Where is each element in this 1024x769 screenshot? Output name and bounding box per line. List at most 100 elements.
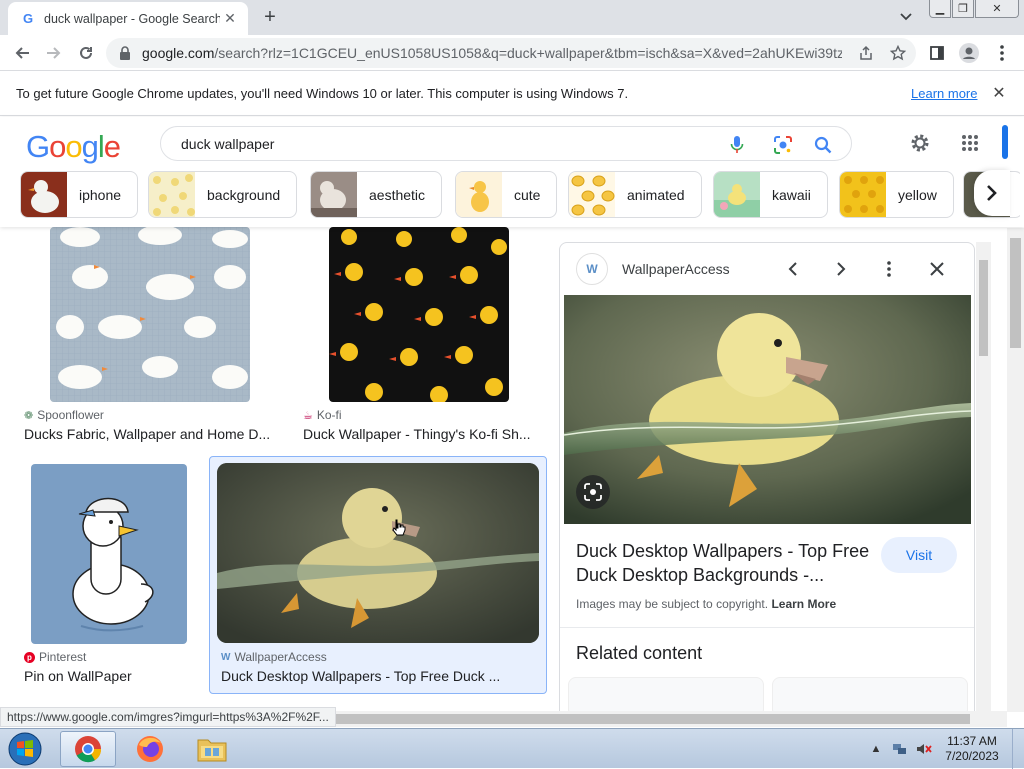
- visit-button[interactable]: Visit: [881, 537, 957, 573]
- search-input[interactable]: duck wallpaper: [181, 136, 274, 152]
- chip-kawaii[interactable]: kawaii: [713, 171, 828, 218]
- next-chevron-icon[interactable]: [828, 256, 854, 282]
- system-clock[interactable]: 11:37 AM 7/20/2023: [940, 734, 1004, 764]
- result-source: W WallpaperAccess: [221, 650, 327, 664]
- url-text: google.com/search?rlz=1C1GCEU_enUS1058US…: [142, 45, 842, 61]
- copyright-learn-more-link[interactable]: Learn More: [771, 597, 836, 611]
- tab-google-search[interactable]: G duck wallpaper - Google Search ✕: [8, 2, 248, 35]
- chip-thumbnail: [840, 172, 886, 217]
- chip-yellow[interactable]: yellow: [839, 171, 954, 218]
- source-logo[interactable]: W: [576, 253, 608, 285]
- wallpaperaccess-icon: W: [221, 651, 231, 663]
- google-lens-icon[interactable]: [773, 135, 793, 155]
- search-box[interactable]: duck wallpaper: [160, 126, 852, 161]
- preview-scroll-thumb[interactable]: [979, 260, 988, 356]
- clock-time: 11:37 AM: [947, 734, 997, 748]
- browser-toolbar: google.com/search?rlz=1C1GCEU_enUS1058US…: [0, 35, 1024, 71]
- close-window-button[interactable]: ✕: [975, 0, 1019, 18]
- google-logo[interactable]: Google: [26, 129, 121, 165]
- chip-scroll-right-arrow-icon[interactable]: [974, 170, 1010, 216]
- preview-scrollbar[interactable]: [976, 242, 991, 712]
- mouse-cursor-icon: [392, 519, 406, 536]
- chrome-icon: [75, 736, 102, 763]
- forward-arrow-icon[interactable]: [42, 41, 66, 65]
- image-preview-panel: W WallpaperAccess Duck Desktop Wallpaper…: [559, 242, 975, 712]
- update-infobar: To get future Google Chrome updates, you…: [0, 72, 1024, 116]
- result-thumbnail[interactable]: [329, 227, 509, 402]
- new-tab-button[interactable]: +: [258, 6, 282, 28]
- google-apps-grid-icon[interactable]: [958, 131, 982, 155]
- tab-search-chevron-icon[interactable]: [896, 7, 916, 27]
- share-icon[interactable]: [856, 43, 876, 63]
- result-title[interactable]: Ducks Fabric, Wallpaper and Home D...: [24, 426, 270, 442]
- reload-icon[interactable]: [74, 41, 98, 65]
- close-preview-icon[interactable]: [924, 256, 950, 282]
- volume-muted-icon[interactable]: [916, 741, 932, 757]
- bookmark-star-icon[interactable]: [888, 43, 908, 63]
- related-search-chips: iphone background aesthetic cute animate…: [20, 171, 1020, 219]
- chip-thumbnail: [714, 172, 760, 217]
- related-content-card[interactable]: [568, 677, 764, 711]
- divider: [560, 627, 974, 628]
- infobar-learn-more-link[interactable]: Learn more: [911, 86, 977, 101]
- close-infobar-icon[interactable]: ✕: [990, 84, 1008, 102]
- firefox-icon: [137, 736, 163, 762]
- image-results-grid: ❁ Spoonflower Ducks Fabric, Wallpaper an…: [0, 227, 552, 711]
- related-content-heading: Related content: [576, 643, 703, 663]
- settings-gear-icon[interactable]: [908, 131, 932, 155]
- more-options-kebab-icon[interactable]: [876, 256, 902, 282]
- profile-avatar-icon[interactable]: [957, 41, 981, 65]
- result-thumbnail[interactable]: [217, 463, 539, 643]
- result-thumbnail[interactable]: [31, 464, 187, 644]
- google-lens-search-icon[interactable]: [576, 475, 610, 509]
- chip-thumbnail: [569, 172, 615, 217]
- page-scroll-thumb[interactable]: [1010, 238, 1021, 348]
- result-title[interactable]: Duck Wallpaper - Thingy's Ko-fi Sh...: [303, 426, 531, 442]
- lock-icon[interactable]: [118, 46, 132, 60]
- taskbar-file-explorer[interactable]: [184, 731, 240, 767]
- show-hidden-icons-arrow[interactable]: ▲: [868, 741, 884, 757]
- chip-thumbnail: [311, 172, 357, 217]
- result-source: ☕ Ko-fi: [303, 408, 342, 422]
- preview-image[interactable]: [564, 295, 971, 524]
- microphone-icon[interactable]: [727, 135, 747, 155]
- status-bar-url: https://www.google.com/imgres?imgurl=htt…: [0, 707, 336, 727]
- spoonflower-icon: ❁: [24, 409, 34, 422]
- pinterest-icon: p: [24, 651, 35, 663]
- source-name[interactable]: WallpaperAccess: [622, 261, 730, 277]
- taskbar-chrome[interactable]: [60, 731, 116, 767]
- chip-aesthetic[interactable]: aesthetic: [310, 171, 443, 218]
- preview-title[interactable]: Duck Desktop Wallpapers - Top Free Duck …: [576, 539, 876, 587]
- chip-thumbnail: [21, 172, 67, 217]
- copyright-notice: Images may be subject to copyright. Lear…: [576, 597, 837, 611]
- chip-iphone[interactable]: iphone: [20, 171, 139, 218]
- address-bar[interactable]: google.com/search?rlz=1C1GCEU_enUS1058US…: [106, 38, 916, 68]
- chip-background[interactable]: background: [148, 171, 298, 218]
- folder-icon: [197, 739, 227, 762]
- side-panel-icon[interactable]: [925, 41, 949, 65]
- related-content-card[interactable]: [772, 677, 968, 711]
- result-title[interactable]: Duck Desktop Wallpapers - Top Free Duck …: [221, 668, 500, 684]
- ko-fi-cup-icon: ☕: [303, 409, 313, 422]
- chip-thumbnail: [149, 172, 195, 217]
- maximize-window-button[interactable]: ❐: [952, 0, 974, 18]
- result-thumbnail[interactable]: [50, 227, 250, 402]
- taskbar-firefox[interactable]: [122, 731, 178, 767]
- minimize-window-button[interactable]: ▁: [929, 0, 951, 18]
- back-arrow-icon[interactable]: [10, 41, 34, 65]
- google-favicon-icon: G: [22, 11, 34, 26]
- chip-animated[interactable]: animated: [568, 171, 702, 218]
- chrome-menu-kebab-icon[interactable]: [990, 41, 1014, 65]
- result-source: ❁ Spoonflower: [24, 408, 104, 422]
- network-icon[interactable]: [892, 741, 908, 757]
- close-tab-icon[interactable]: ✕: [220, 9, 240, 29]
- search-icon[interactable]: [813, 135, 833, 155]
- show-desktop-button[interactable]: [1012, 729, 1024, 769]
- result-title[interactable]: Pin on WallPaper: [24, 668, 132, 684]
- previous-chevron-icon[interactable]: [780, 256, 806, 282]
- google-header: Google duck wallpaper iphone background …: [0, 117, 1024, 227]
- page-vertical-scrollbar[interactable]: [1007, 228, 1024, 712]
- clock-date: 7/20/2023: [945, 749, 999, 763]
- start-button[interactable]: [4, 730, 46, 768]
- chip-cute[interactable]: cute: [455, 171, 558, 218]
